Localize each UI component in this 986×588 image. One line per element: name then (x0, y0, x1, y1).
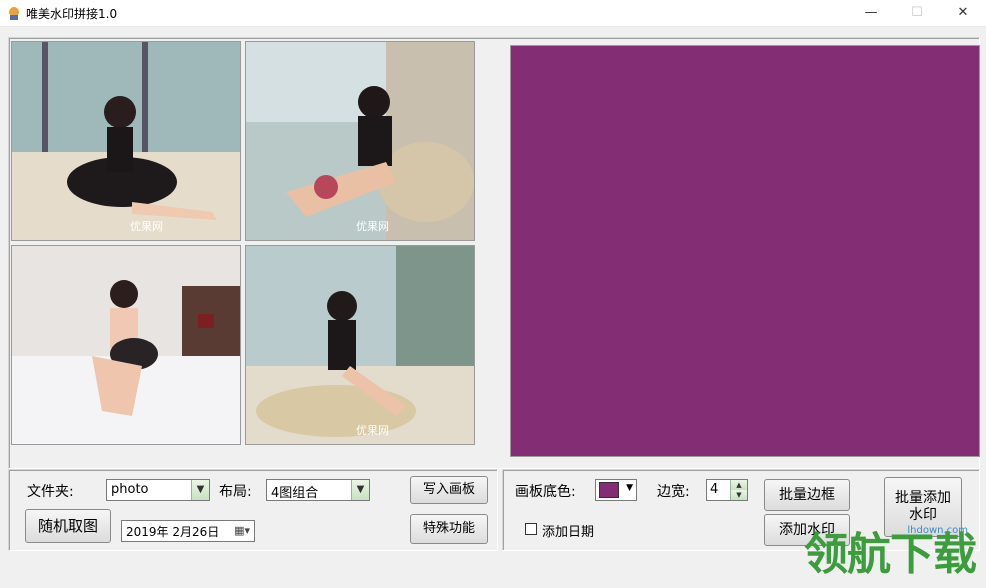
calendar-icon[interactable]: ▦▾ (234, 524, 250, 537)
close-button[interactable]: ✕ (940, 0, 986, 26)
minimize-button[interactable]: — (848, 0, 894, 26)
chevron-down-icon[interactable]: ▼ (730, 490, 747, 500)
thumbnail-4[interactable]: 优果网 (245, 245, 475, 445)
write-canvas-button[interactable]: 写入画板 (410, 476, 488, 504)
site-watermark-logo: 领航下载 (804, 529, 977, 580)
thumbnail-2[interactable]: 优果网 (245, 41, 475, 241)
window-title: 唯美水印拼接1.0 (26, 7, 118, 21)
chevron-down-icon[interactable]: ▼ (191, 480, 209, 500)
date-picker[interactable]: 2019年 2月26日 ▦▾ (121, 520, 255, 542)
batch-watermark-line1: 批量添加 (895, 490, 951, 506)
layout-select-value: 4图组合 (271, 486, 319, 501)
chevron-down-icon[interactable]: ▼ (351, 480, 369, 500)
folder-label: 文件夹: (27, 484, 74, 500)
border-width-spinner[interactable]: 4 ▲ ▼ (706, 479, 748, 501)
board-color-picker[interactable]: ▼ (595, 479, 637, 501)
add-date-checkbox[interactable] (525, 523, 537, 535)
app-icon (9, 7, 19, 20)
folder-select[interactable]: photo ▼ (106, 479, 210, 501)
layout-select[interactable]: 4图组合 ▼ (266, 479, 370, 501)
add-date-label: 添加日期 (542, 525, 595, 540)
color-swatch (599, 482, 619, 498)
thumbnail-1[interactable]: 优果网 (11, 41, 241, 241)
thumbnail-caption: 优果网 (356, 424, 389, 437)
random-pick-button[interactable]: 随机取图 (25, 509, 111, 543)
maximize-button[interactable]: ☐ (894, 0, 940, 26)
canvas-board[interactable] (510, 45, 980, 457)
border-width-label: 边宽: (657, 484, 690, 500)
layout-label: 布局: (219, 484, 252, 500)
thumbnail-caption: 优果网 (130, 220, 163, 233)
folder-select-value: photo (111, 482, 149, 497)
thumbnail-caption: 优果网 (356, 220, 389, 233)
date-picker-value: 2019年 2月26日 (126, 525, 220, 539)
thumbnail-3[interactable] (11, 245, 241, 445)
border-width-value: 4 (710, 482, 719, 497)
special-function-button[interactable]: 特殊功能 (410, 514, 488, 544)
board-color-label: 画板底色: (515, 484, 576, 500)
chevron-down-icon[interactable]: ▼ (626, 483, 633, 493)
batch-border-button[interactable]: 批量边框 (764, 479, 850, 511)
title-bar: 唯美水印拼接1.0 — ☐ ✕ (0, 0, 986, 27)
